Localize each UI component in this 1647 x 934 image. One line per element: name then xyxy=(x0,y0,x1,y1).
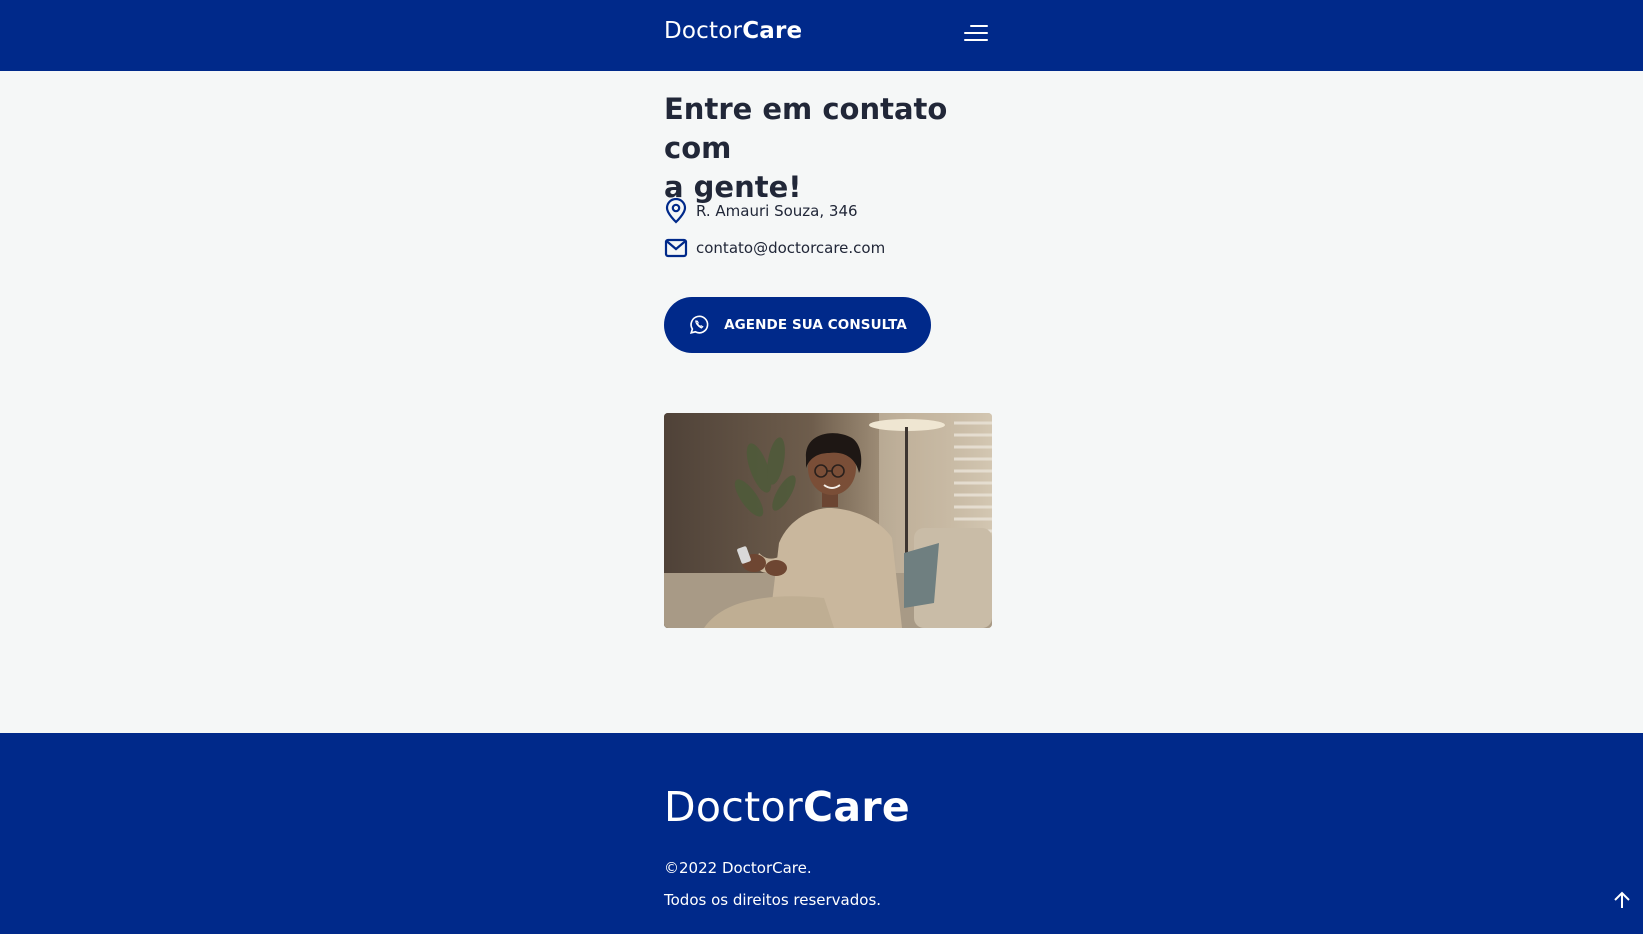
menu-line xyxy=(970,25,988,27)
schedule-button-label: AGENDE SUA CONSULTA xyxy=(724,317,907,333)
schedule-appointment-button[interactable]: AGENDE SUA CONSULTA xyxy=(664,297,931,353)
logo-bold-text: Care xyxy=(742,18,803,44)
mail-icon xyxy=(664,238,688,258)
page-scrollbar[interactable] xyxy=(1643,0,1647,934)
menu-icon[interactable] xyxy=(962,22,988,44)
copyright-text: ©2022 DoctorCare. xyxy=(664,859,812,877)
contact-photo xyxy=(664,413,992,628)
address-row: R. Amauri Souza, 346 xyxy=(664,198,858,224)
contact-title: Entre em contato com a gente! xyxy=(664,90,1004,207)
site-header: DoctorCare xyxy=(0,0,1643,71)
email-row: contato@doctorcare.com xyxy=(664,238,885,258)
rights-text: Todos os direitos reservados. xyxy=(664,891,882,909)
arrow-up-icon xyxy=(1614,891,1630,908)
whatsapp-icon xyxy=(690,315,709,334)
back-to-top-button[interactable] xyxy=(1608,886,1636,914)
footer-logo-light-text: Doctor xyxy=(664,783,804,831)
site-footer: DoctorCare ©2022 DoctorCare. Todos os di… xyxy=(0,733,1643,934)
map-pin-icon xyxy=(665,198,687,224)
man-with-phone-image xyxy=(664,413,992,628)
footer-logo[interactable]: DoctorCare xyxy=(664,783,910,831)
header-logo[interactable]: DoctorCare xyxy=(664,18,802,44)
address-text: R. Amauri Souza, 346 xyxy=(696,202,858,220)
contact-title-line1: Entre em contato com xyxy=(664,92,948,165)
menu-line xyxy=(964,39,988,41)
footer-logo-bold-text: Care xyxy=(803,783,910,831)
menu-line xyxy=(964,32,988,34)
email-link[interactable]: contato@doctorcare.com xyxy=(696,239,885,257)
logo-light-text: Doctor xyxy=(664,18,743,44)
